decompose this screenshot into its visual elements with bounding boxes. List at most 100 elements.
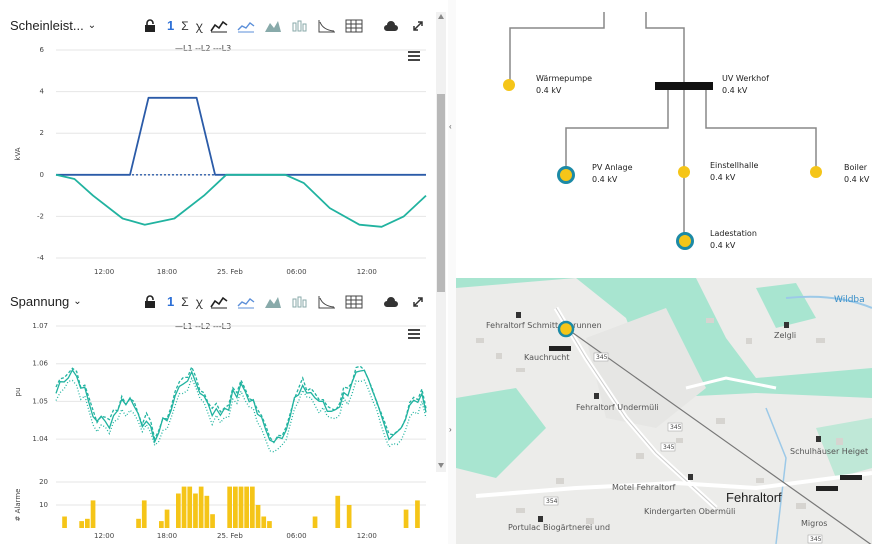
alarm-bar xyxy=(85,518,90,528)
map-town-label: Fehraltorf xyxy=(726,490,782,505)
collapse-left-icon[interactable]: ‹ xyxy=(449,122,452,131)
area-chart-icon[interactable] xyxy=(263,294,283,310)
scroll-up-arrow[interactable] xyxy=(438,14,444,19)
node-label: Wärmepumpe 0.4 kV xyxy=(536,74,593,95)
map-place-label: Kauchrucht xyxy=(524,353,570,362)
y-tick-label: -2 xyxy=(37,212,44,220)
alarm-bar xyxy=(267,521,272,528)
transformer-marker xyxy=(840,475,862,480)
alarm-bar xyxy=(79,521,84,528)
y-tick-label: 2 xyxy=(40,129,44,137)
panel-title: Scheinleist... xyxy=(10,18,84,33)
node-label: PV Anlage 0.4 kV xyxy=(592,163,633,184)
road-label: 345 xyxy=(667,422,683,432)
road-label: 345 xyxy=(593,352,609,362)
map-place-label: Motel Fehraltorf xyxy=(612,483,676,492)
line-chart-icon[interactable] xyxy=(209,294,229,310)
count-button[interactable]: 1 xyxy=(167,18,174,33)
alarm-bar xyxy=(233,486,238,528)
chevron-down-icon: ⌄ xyxy=(73,296,82,307)
chart-panel-scheinleistung: Scheinleist... ⌄ 1 Σ ꭓ —L1 --L2 ---L3 64… xyxy=(0,0,452,290)
cloud-download-icon[interactable] xyxy=(381,18,401,34)
panel-splitter[interactable]: ‹ › xyxy=(448,0,456,544)
x-tick-label: 12:00 xyxy=(94,268,114,276)
smooth-line-icon[interactable] xyxy=(236,294,256,310)
x-tick-label: 12:00 xyxy=(94,532,114,540)
lock-icon[interactable] xyxy=(140,294,160,310)
count-button[interactable]: 1 xyxy=(167,294,174,309)
area-chart-icon[interactable] xyxy=(263,18,283,34)
alarm-bar xyxy=(346,505,352,528)
alarm-bar xyxy=(255,505,261,528)
alarm-bar xyxy=(193,493,198,528)
cloud-download-icon[interactable] xyxy=(381,294,401,310)
node-waermepumpe[interactable] xyxy=(503,79,515,91)
map-place-label: Fehraltorf Undermüli xyxy=(576,403,659,412)
alarm-bar xyxy=(136,518,141,528)
node-pv-anlage[interactable] xyxy=(557,166,575,184)
road-label: 345 xyxy=(660,442,676,452)
sum-button[interactable]: Σ xyxy=(181,295,188,309)
x-tick-label: 25. Feb xyxy=(217,532,243,540)
map-place-label: Schulhäuser Heiget xyxy=(790,447,868,456)
x-tick-label: 06:00 xyxy=(286,532,306,540)
boxplot-icon[interactable] xyxy=(290,294,310,310)
busbar-uv-werkhof xyxy=(655,82,713,90)
node-einstellhalle[interactable] xyxy=(678,166,690,178)
panel-title-dropdown[interactable]: Scheinleist... ⌄ xyxy=(10,18,96,33)
expand-icon[interactable] xyxy=(408,18,428,34)
map-place-label: Portulac Biogärtnerei und xyxy=(508,523,610,532)
node-label: Boiler 0.4 kV xyxy=(844,163,870,184)
map-node-marker xyxy=(557,320,575,338)
map-view[interactable]: 345 345 345 354 345 Fehraltorf Schmitten… xyxy=(456,278,872,544)
y-tick-label: 6 xyxy=(40,46,45,54)
svg-text:345: 345 xyxy=(596,354,608,361)
panel-title: Spannung xyxy=(10,294,70,309)
chart-panel-spannung: Spannung ⌄ 1 Σ ꭓ —L1 --L2 ---L3 1.07 1.06… xyxy=(0,290,452,544)
svg-text:354: 354 xyxy=(546,498,558,505)
vertical-scrollbar[interactable] xyxy=(436,12,446,472)
map-place-label: Migros xyxy=(801,519,827,528)
chart-alarme: 20 10 # Alarme 12:00 18:00 25. Feb 06:00 12:00 xyxy=(14,478,426,540)
alarm-bar xyxy=(181,486,187,528)
alarm-bar xyxy=(415,500,420,528)
table-icon[interactable] xyxy=(344,294,364,310)
scrollbar-thumb[interactable] xyxy=(437,94,445,292)
y-axis-label: # Alarme xyxy=(14,489,22,522)
y-tick-label: -4 xyxy=(37,254,45,262)
y-axis-label: kVA xyxy=(14,147,22,160)
y-tick-label: 4 xyxy=(40,88,45,96)
line-chart-icon[interactable] xyxy=(209,18,229,34)
alarm-bar xyxy=(261,516,267,528)
alarm-bar xyxy=(210,514,215,528)
node-boiler[interactable] xyxy=(810,166,822,178)
x-tick-label: 25. Feb xyxy=(217,268,243,276)
sum-button[interactable]: Σ xyxy=(181,19,188,33)
table-icon[interactable] xyxy=(344,18,364,34)
y-tick-label: 1.05 xyxy=(32,397,48,405)
lock-icon[interactable] xyxy=(140,18,160,34)
expand-icon[interactable] xyxy=(408,294,428,310)
boxplot-icon[interactable] xyxy=(290,18,310,34)
x-tick-label: 12:00 xyxy=(357,532,377,540)
phase-button[interactable]: ꭓ xyxy=(196,17,203,34)
y-tick-label: 1.04 xyxy=(32,435,48,443)
network-lines xyxy=(509,12,817,238)
series-line-l1 xyxy=(56,96,426,176)
panel-title-dropdown[interactable]: Spannung ⌄ xyxy=(10,294,82,309)
map-place-label: Kindergarten Obermüli xyxy=(644,507,735,516)
duration-curve-icon[interactable] xyxy=(317,18,337,34)
phase-button[interactable]: ꭓ xyxy=(196,293,203,310)
transformer-marker xyxy=(816,486,838,491)
chart-spannung: 1.07 1.06 1.05 1.04 pu xyxy=(14,322,427,453)
y-axis-label: pu xyxy=(14,388,22,397)
duration-curve-icon[interactable] xyxy=(317,294,337,310)
collapse-right-icon[interactable]: › xyxy=(449,425,452,434)
map-place-label: Fehraltorf Schmittenbrunnen xyxy=(486,321,602,330)
y-tick-label: 1.07 xyxy=(32,322,48,330)
node-ladestation[interactable] xyxy=(676,232,694,250)
alarm-bar xyxy=(187,486,193,528)
smooth-line-icon[interactable] xyxy=(236,18,256,34)
alarm-bar xyxy=(204,495,210,528)
scroll-down-arrow[interactable] xyxy=(438,463,444,468)
